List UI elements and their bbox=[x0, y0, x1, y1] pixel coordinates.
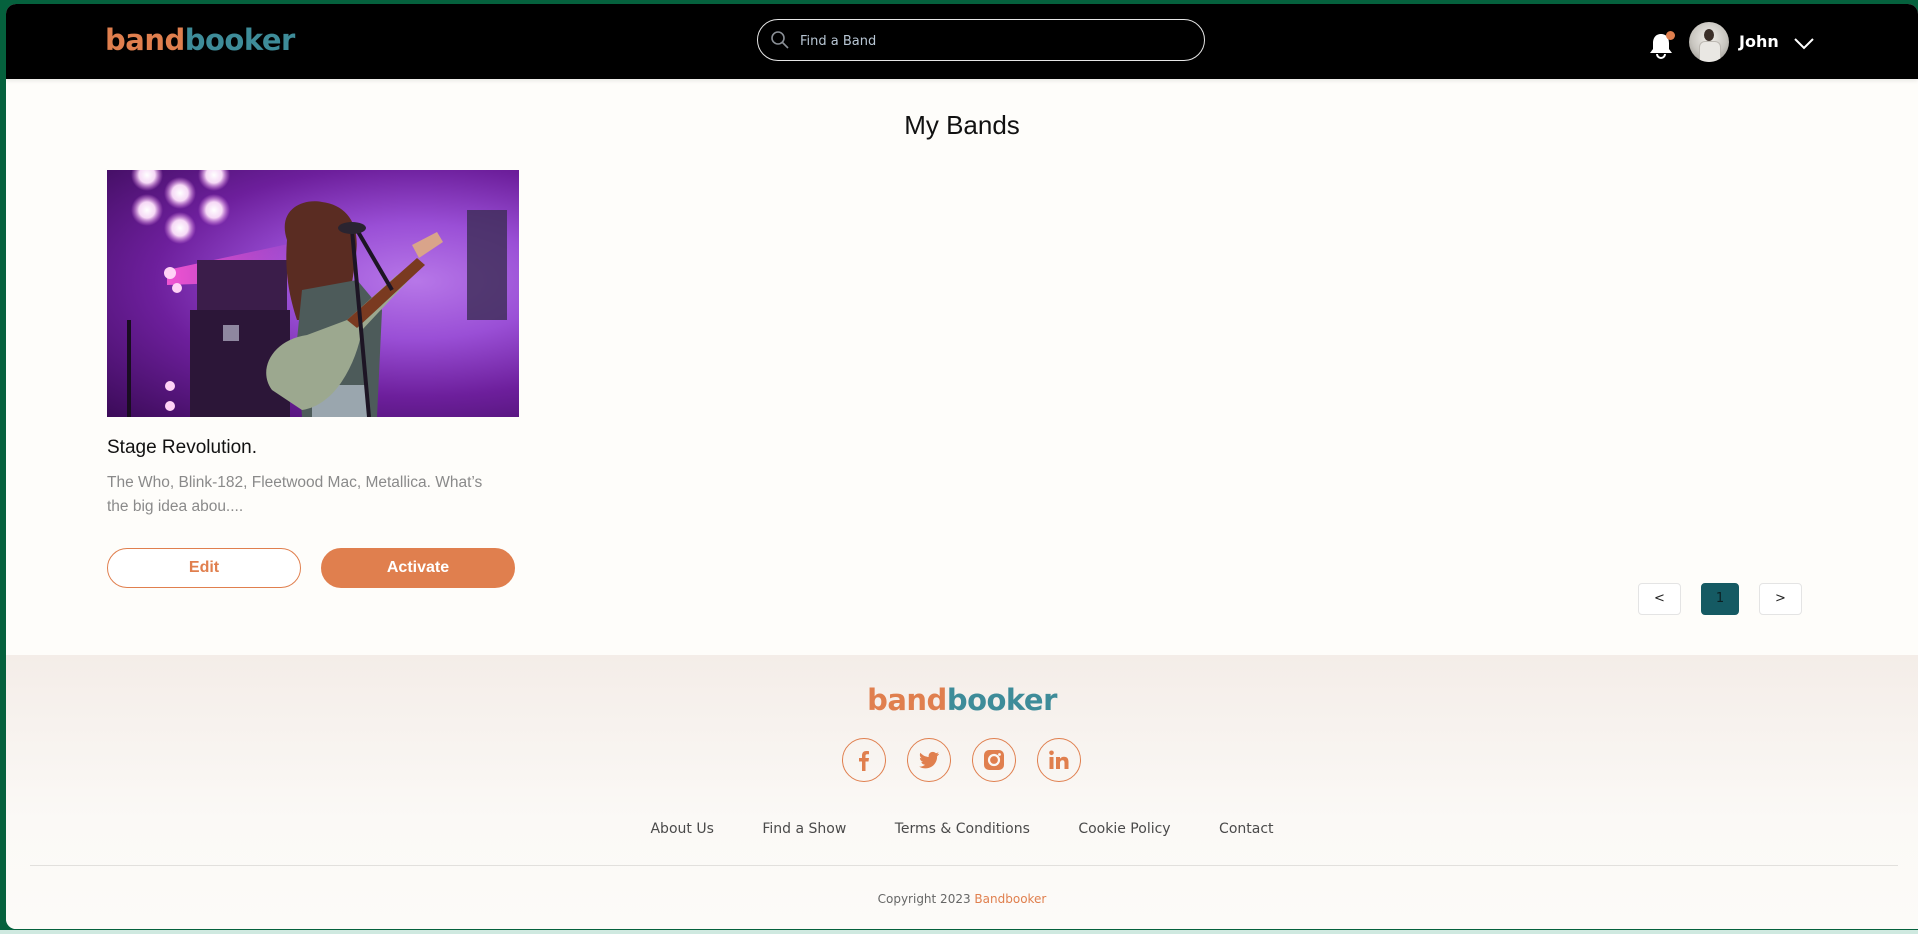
pagination-next[interactable]: > bbox=[1759, 583, 1802, 615]
logo-band: band bbox=[105, 23, 185, 57]
footer-links: About Us Find a Show Terms & Conditions … bbox=[6, 821, 1918, 837]
footer-divider bbox=[30, 865, 1898, 866]
linkedin-link[interactable] bbox=[1037, 738, 1081, 782]
linkedin-icon bbox=[1049, 750, 1069, 769]
band-name[interactable]: Stage Revolution. bbox=[107, 437, 519, 459]
footer-logo[interactable]: bandbooker bbox=[6, 683, 1918, 717]
search-input[interactable] bbox=[798, 26, 1192, 56]
band-photo bbox=[127, 170, 507, 417]
page-title: My Bands bbox=[904, 110, 1020, 140]
user-name[interactable]: John bbox=[1739, 32, 1779, 51]
activate-button[interactable]: Activate bbox=[321, 548, 515, 588]
band-image[interactable] bbox=[107, 170, 519, 417]
footer: bandbooker About Us Find a Show Terms & … bbox=[6, 655, 1918, 929]
footer-link-find-a-show[interactable]: Find a Show bbox=[762, 821, 846, 837]
logo-band: band bbox=[867, 683, 947, 717]
copyright: Copyright 2023 Bandbooker bbox=[6, 892, 1918, 906]
logo-booker: booker bbox=[946, 683, 1058, 717]
instagram-link[interactable] bbox=[972, 738, 1016, 782]
edit-button[interactable]: Edit bbox=[107, 548, 301, 588]
footer-link-contact[interactable]: Contact bbox=[1219, 821, 1273, 837]
band-card: Stage Revolution. The Who, Blink-182, Fl… bbox=[107, 170, 519, 588]
pagination-prev[interactable]: < bbox=[1638, 583, 1681, 615]
facebook-link[interactable] bbox=[842, 738, 886, 782]
search-icon bbox=[771, 31, 789, 49]
footer-link-cookie-policy[interactable]: Cookie Policy bbox=[1078, 821, 1170, 837]
footer-link-about-us[interactable]: About Us bbox=[650, 821, 713, 837]
instagram-icon bbox=[984, 750, 1004, 770]
logo-booker: booker bbox=[184, 23, 296, 57]
app-window: bandbooker John My Bands bbox=[6, 4, 1918, 929]
top-nav: bandbooker John bbox=[6, 4, 1918, 79]
chevron-down-icon[interactable] bbox=[1793, 37, 1815, 51]
band-description: The Who, Blink-182, Fleetwood Mac, Metal… bbox=[107, 474, 483, 515]
header-logo[interactable]: bandbooker bbox=[105, 23, 295, 57]
twitter-link[interactable] bbox=[907, 738, 951, 782]
pagination-page-current[interactable]: 1 bbox=[1701, 583, 1739, 615]
copyright-text: Copyright 2023 bbox=[877, 892, 975, 906]
twitter-icon bbox=[919, 751, 939, 769]
footer-link-terms[interactable]: Terms & Conditions bbox=[895, 821, 1030, 837]
notification-badge bbox=[1666, 31, 1675, 40]
user-avatar[interactable] bbox=[1689, 22, 1729, 62]
copyright-brand-link[interactable]: Bandbooker bbox=[974, 892, 1046, 906]
search-bar[interactable] bbox=[757, 19, 1205, 61]
facebook-icon bbox=[859, 751, 869, 771]
